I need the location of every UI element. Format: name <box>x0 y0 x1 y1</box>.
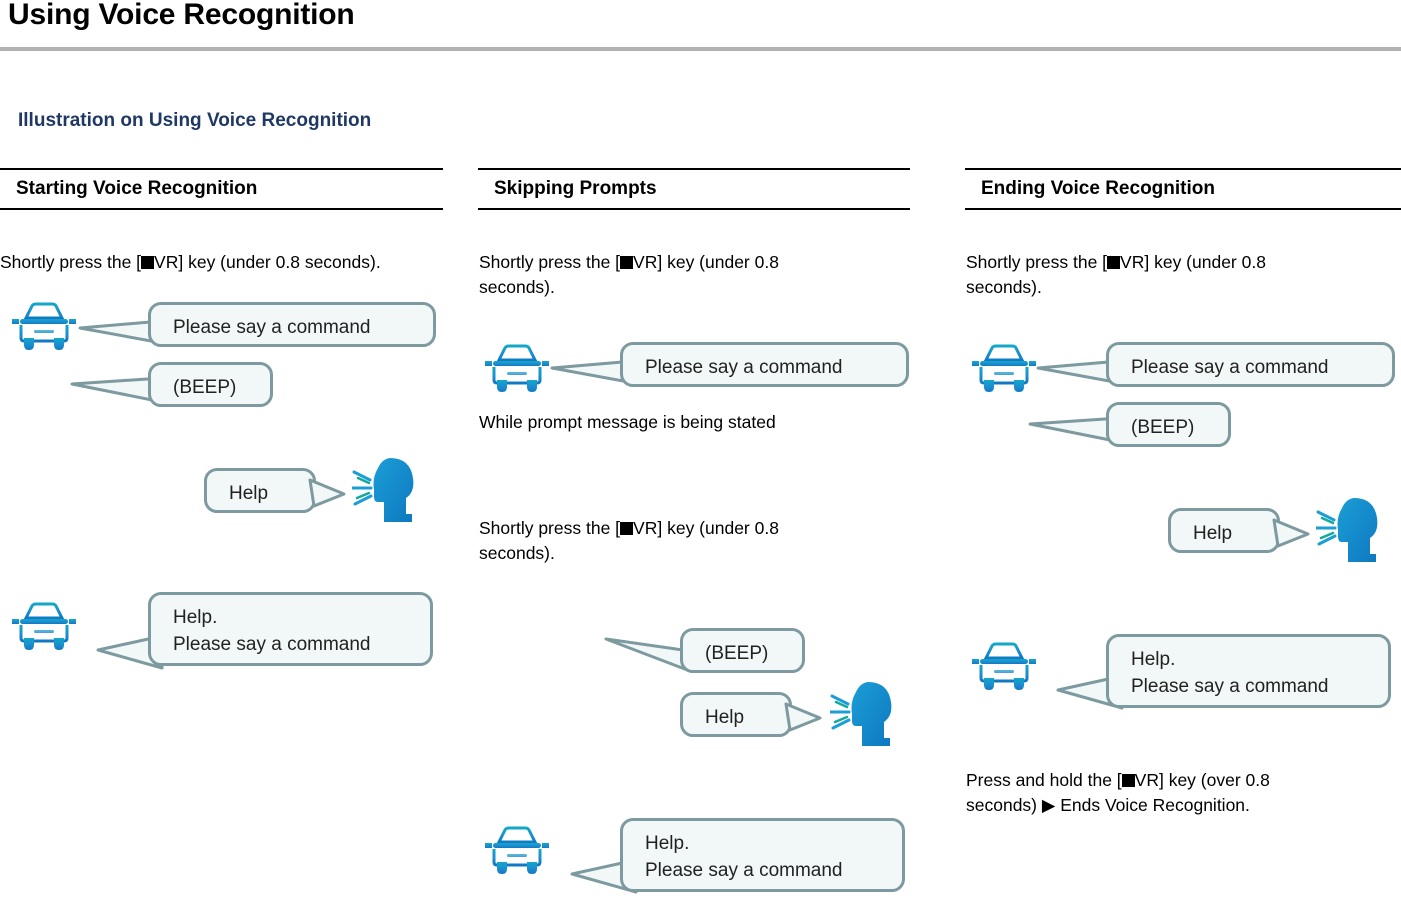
c3-step2-part-a: Press and hold the [ <box>966 770 1122 790</box>
speech-bubble-car: Help. Please say a command <box>148 592 433 666</box>
speech-bubble-car: (BEEP) <box>680 628 805 673</box>
column-header-label: Skipping Prompts <box>494 178 657 199</box>
bubble-text-line1: Help. <box>173 607 218 628</box>
c2-step1-part-c: seconds). <box>479 277 555 297</box>
column-header-label: Ending Voice Recognition <box>981 178 1215 199</box>
car-icon <box>972 642 1036 690</box>
c3-step-1-text: Shortly press the [ VR] key (under 0.8 sec… <box>966 250 1386 300</box>
speech-bubble-car: Help. Please say a command <box>1106 634 1391 708</box>
speech-bubble-person: Help <box>204 468 316 513</box>
c1-step-1-text: Shortly press the [ VR] key (under 0.8 se… <box>0 250 460 275</box>
c2-step-1-text: Shortly press the [ VR] key (under 0.8 sec… <box>479 250 899 300</box>
bubble-text: (BEEP) <box>705 643 769 664</box>
bubble-text: (BEEP) <box>1131 417 1195 438</box>
bubble-text: Please say a command <box>645 357 843 378</box>
c1-step1-part-a: Shortly press the [ <box>0 252 142 272</box>
vr-key-square-icon <box>620 522 634 535</box>
speech-tail <box>784 702 822 732</box>
speech-bubble-person: Help <box>1168 508 1280 553</box>
column-starting-voice-recognition: Starting Voice Recognition <box>0 168 443 210</box>
car-icon <box>12 302 76 350</box>
vr-key-square-icon <box>141 256 155 269</box>
bubble-text: (BEEP) <box>173 377 237 398</box>
c3-step1-part-b: VR] key (under 0.8 <box>1120 252 1266 272</box>
speech-bubble-car: Please say a command <box>620 342 909 387</box>
speaking-person-icon <box>830 682 892 746</box>
bubble-text: Help <box>705 707 745 728</box>
vr-key-square-icon <box>1107 256 1121 269</box>
column-header-skipping: Skipping Prompts <box>478 168 910 210</box>
car-icon <box>485 344 549 392</box>
c3-step2-part-c: seconds) ▶ Ends Voice Recognition. <box>966 795 1250 815</box>
section-title: Illustration on Using Voice Recognition <box>18 110 372 131</box>
bubble-text: Help <box>229 483 269 504</box>
speaking-person-icon <box>352 458 414 522</box>
bubble-text-line1: Help. <box>645 833 690 854</box>
car-icon <box>485 826 549 874</box>
c3-step1-part-a: Shortly press the [ <box>966 252 1108 272</box>
c2-step2-part-c: seconds). <box>479 543 555 563</box>
vr-key-square-icon <box>620 256 634 269</box>
c3-step-2-text: Press and hold the [ VR] key (over 0.8 sec… <box>966 768 1396 818</box>
column-ending-voice-recognition: Ending Voice Recognition <box>965 168 1401 210</box>
c2-step-2-text: Shortly press the [ VR] key (under 0.8 sec… <box>479 516 899 566</box>
c2-mid-text: While prompt message is being stated <box>479 412 776 432</box>
column-skipping-prompts: Skipping Prompts <box>478 168 910 210</box>
c2-step2-part-b: VR] key (under 0.8 <box>633 518 779 538</box>
bubble-text-line2: Please say a command <box>173 634 371 655</box>
page-title: Using Voice Recognition <box>8 0 355 31</box>
c2-step2-part-a: Shortly press the [ <box>479 518 621 538</box>
bubble-text-line2: Please say a command <box>1131 676 1329 697</box>
bubble-text-line1: Help. <box>1131 649 1176 670</box>
bubble-text: Help <box>1193 523 1233 544</box>
column-header-ending: Ending Voice Recognition <box>965 168 1401 210</box>
car-icon <box>972 344 1036 392</box>
c2-step1-part-a: Shortly press the [ <box>479 252 621 272</box>
bubble-text-line2: Please say a command <box>645 860 843 881</box>
speech-bubble-car: Please say a command <box>1106 342 1395 387</box>
speech-tail <box>308 478 346 508</box>
speaking-person-icon <box>1316 498 1378 562</box>
bubble-text: Please say a command <box>1131 357 1329 378</box>
speech-bubble-car: (BEEP) <box>148 362 273 407</box>
c3-step2-part-b: VR] key (over 0.8 <box>1134 770 1270 790</box>
speech-tail <box>1272 518 1310 548</box>
title-divider <box>0 47 1401 51</box>
vr-key-square-icon <box>1121 774 1135 787</box>
bubble-text: Please say a command <box>173 317 371 338</box>
speech-bubble-car: Please say a command <box>148 302 436 347</box>
column-header-starting: Starting Voice Recognition <box>0 168 443 210</box>
column-header-label: Starting Voice Recognition <box>16 178 258 199</box>
c1-step1-part-b: VR] key (under 0.8 seconds). <box>154 252 381 272</box>
speech-bubble-car: Help. Please say a command <box>620 818 905 892</box>
car-icon <box>12 602 76 650</box>
c2-step1-part-b: VR] key (under 0.8 <box>633 252 779 272</box>
speech-bubble-person: Help <box>680 692 792 737</box>
speech-bubble-car: (BEEP) <box>1106 402 1231 447</box>
c3-step1-part-c: seconds). <box>966 277 1042 297</box>
